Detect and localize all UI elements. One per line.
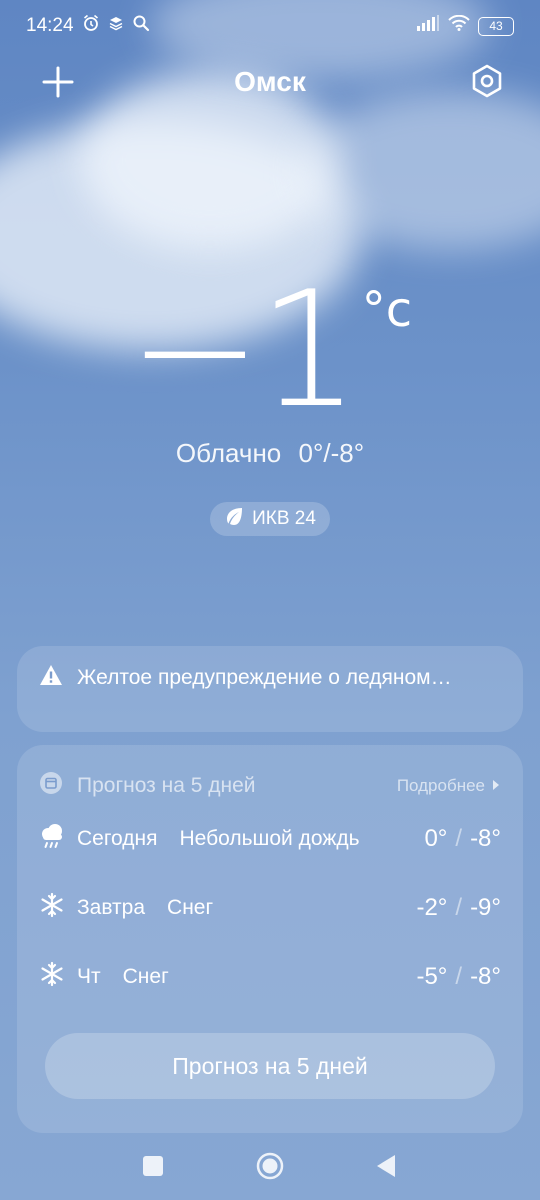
forecast-row-tomorrow[interactable]: Завтра Снег -2° / -9° xyxy=(39,888,501,928)
more-link[interactable]: Подробнее xyxy=(397,776,501,796)
search-icon xyxy=(132,14,150,38)
forecast-high: -2° xyxy=(416,894,448,921)
chevron-right-icon xyxy=(491,776,501,796)
forecast-day: Сегодня xyxy=(77,827,158,850)
temperature-range: 0°/-8° xyxy=(298,438,365,468)
app-header: Омск xyxy=(0,56,540,112)
city-title: Омск xyxy=(234,66,306,97)
calendar-icon xyxy=(39,771,63,801)
status-time: 14:24 xyxy=(26,15,74,36)
forecast-high: -5° xyxy=(416,963,448,990)
current-temperature: −1 °c xyxy=(0,270,540,430)
signal-icon xyxy=(416,15,440,37)
aqi-badge[interactable]: ИКВ 24 xyxy=(210,502,330,536)
forecast-condition: Небольшой дождь xyxy=(179,827,360,850)
temperature-unit: °c xyxy=(361,282,413,338)
forecast-card: Прогноз на 5 дней Подробнее Сегодня Небо… xyxy=(17,745,523,1133)
snowflake-icon xyxy=(39,961,65,993)
aqi-label: ИКВ 24 xyxy=(252,508,316,529)
forecast-high: 0° xyxy=(424,825,448,852)
back-button[interactable] xyxy=(375,1148,397,1189)
stack-icon xyxy=(108,15,124,37)
home-button[interactable] xyxy=(255,1148,285,1189)
forecast-low: -8° xyxy=(470,963,501,990)
weather-alert-card[interactable]: Желтое предупреждение о ледяном… xyxy=(17,646,523,732)
forecast-condition: Снег xyxy=(122,965,169,988)
forecast-condition: Снег xyxy=(167,896,214,919)
condition-text: Облачно xyxy=(175,438,282,468)
condition-summary: Облачно 0°/-8° xyxy=(0,438,540,469)
leaf-icon xyxy=(224,506,244,532)
forecast-low: -8° xyxy=(470,825,501,852)
wifi-icon xyxy=(448,14,470,37)
snowflake-icon xyxy=(39,892,65,924)
battery-icon: 43 xyxy=(478,16,514,36)
forecast-day: Завтра xyxy=(77,896,146,919)
more-label: Подробнее xyxy=(396,776,485,795)
recent-apps-button[interactable] xyxy=(142,1148,164,1189)
warning-icon xyxy=(39,664,63,692)
alert-text: Желтое предупреждение о ледяном… xyxy=(77,666,452,689)
alarm-icon xyxy=(82,14,100,38)
forecast-row-today[interactable]: Сегодня Небольшой дождь 0° / -8° xyxy=(39,819,501,859)
forecast-low: -9° xyxy=(470,894,501,921)
temperature-value: −1 xyxy=(127,256,360,443)
weather-screen: 14:24 43 Омск −1 °c Облачно 0°/-8° ИКВ 2… xyxy=(0,0,540,1200)
five-day-forecast-button[interactable]: Прогноз на 5 дней xyxy=(45,1033,495,1099)
status-bar: 14:24 43 xyxy=(0,0,540,52)
cloud-rain-icon xyxy=(39,822,65,856)
system-nav-bar xyxy=(0,1148,540,1184)
settings-hex-icon[interactable] xyxy=(470,64,504,98)
forecast-title: Прогноз на 5 дней xyxy=(77,774,256,797)
forecast-day: Чт xyxy=(77,965,101,988)
forecast-row-thursday[interactable]: Чт Снег -5° / -8° xyxy=(39,957,501,997)
